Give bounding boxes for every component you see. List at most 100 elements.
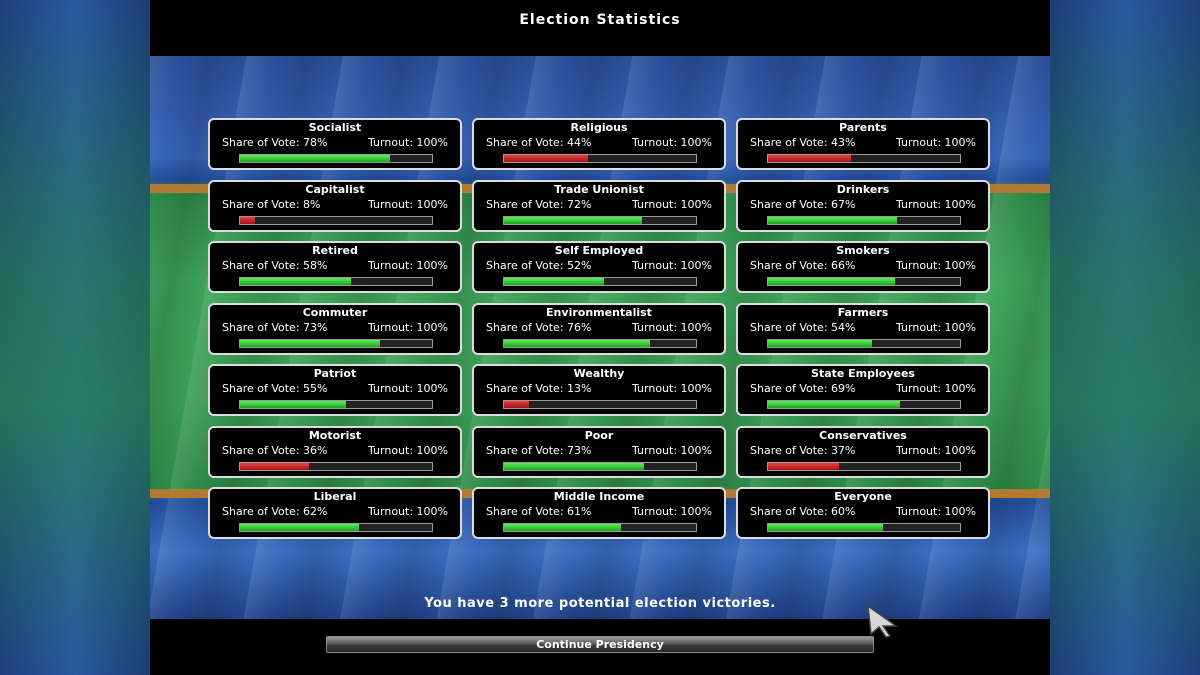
group-name: Motorist <box>308 428 362 442</box>
turnout-label: Turnout: <box>632 197 678 211</box>
share-label: Share of Vote: <box>750 259 828 272</box>
share-value: 54% <box>831 320 856 334</box>
share-of-vote: Share of Vote: 78% <box>222 136 327 149</box>
share-label: Share of Vote: <box>750 197 828 211</box>
share-bar-fill <box>768 462 840 470</box>
share-bar-fill <box>504 216 643 224</box>
share-value: 36% <box>303 443 328 457</box>
election-screen: Election Statistics Socialist Share of Vo… <box>150 0 1050 675</box>
share-of-vote: Share of Vote: 52% <box>486 259 591 272</box>
group-name: Middle Income <box>553 490 645 503</box>
share-bar-fill <box>768 278 895 285</box>
share-bar <box>503 400 697 409</box>
turnout-value: 100% <box>944 505 976 518</box>
turnout: Turnout: 100% <box>632 321 712 334</box>
turnout-value: 100% <box>416 197 448 211</box>
share-bar <box>767 400 961 409</box>
share-bar <box>767 215 961 225</box>
share-label: Share of Vote: <box>750 382 828 395</box>
share-of-vote: Share of Vote: 55% <box>222 382 327 395</box>
voter-group-card: Commuter Share of Vote: 73% Turnout: 100% <box>208 302 462 355</box>
share-bar-fill <box>504 401 529 408</box>
share-value: 62% <box>303 505 328 518</box>
share-bar <box>503 523 697 532</box>
share-value: 73% <box>567 443 592 457</box>
share-label: Share of Vote: <box>486 443 564 457</box>
voter-group-card: Motorist Share of Vote: 36% Turnout: 100% <box>208 425 462 478</box>
turnout-label: Turnout: <box>368 382 414 395</box>
voter-group-card: Self Employed Share of Vote: 52% Turnout: … <box>472 241 726 293</box>
turnout: Turnout: 100% <box>632 259 712 272</box>
share-bar <box>239 400 433 409</box>
share-of-vote: Share of Vote: 36% <box>222 444 327 457</box>
share-label: Share of Vote: <box>486 197 564 211</box>
share-value: 43% <box>831 136 856 149</box>
turnout-value: 100% <box>680 136 712 149</box>
turnout-label: Turnout: <box>368 505 414 518</box>
share-bar <box>503 461 697 471</box>
turnout-value: 100% <box>416 382 448 395</box>
group-name: Socialist <box>308 121 362 134</box>
page-title: Election Statistics <box>519 12 681 28</box>
turnout-label: Turnout: <box>896 197 942 211</box>
turnout: Turnout: 100% <box>896 259 976 272</box>
turnout: Turnout: 100% <box>368 321 448 334</box>
voter-group-card: Drinkers Share of Vote: 67% Turnout: 100% <box>736 179 990 232</box>
share-value: 78% <box>303 136 328 149</box>
turnout: Turnout: 100% <box>896 505 976 518</box>
voter-group-card: Smokers Share of Vote: 66% Turnout: 100% <box>736 241 990 293</box>
continue-presidency-button[interactable]: Continue Presidency <box>326 636 874 653</box>
bottom-bar: Continue Presidency <box>150 619 1050 675</box>
turnout: Turnout: 100% <box>896 136 976 149</box>
group-name: Trade Unionist <box>554 182 644 196</box>
group-name: Liberal <box>313 490 357 503</box>
share-bar <box>503 338 697 348</box>
share-label: Share of Vote: <box>750 505 828 518</box>
share-bar-fill <box>504 462 645 470</box>
share-bar-fill <box>768 524 884 531</box>
voter-group-card: Liberal Share of Vote: 62% Turnout: 100% <box>208 487 462 539</box>
turnout-value: 100% <box>680 505 712 518</box>
turnout-label: Turnout: <box>368 320 414 334</box>
turnout-label: Turnout: <box>632 382 678 395</box>
title-bar: Election Statistics <box>150 0 1050 56</box>
turnout: Turnout: 100% <box>632 382 712 395</box>
group-name: Patriot <box>313 367 357 380</box>
share-label: Share of Vote: <box>222 197 300 211</box>
share-bar <box>239 154 433 163</box>
turnout: Turnout: 100% <box>368 505 448 518</box>
share-bar-fill <box>768 155 851 162</box>
share-bar <box>767 338 961 348</box>
group-name: Wealthy <box>573 367 625 380</box>
turnout-value: 100% <box>416 136 448 149</box>
share-bar <box>767 154 961 163</box>
share-of-vote: Share of Vote: 58% <box>222 259 327 272</box>
background-right <box>1050 0 1200 675</box>
share-value: 58% <box>303 259 328 272</box>
turnout-value: 100% <box>680 443 712 457</box>
share-bar <box>503 154 697 163</box>
share-bar-fill <box>504 155 589 162</box>
turnout-label: Turnout: <box>896 443 942 457</box>
share-of-vote: Share of Vote: 66% <box>750 259 855 272</box>
share-value: 67% <box>831 197 856 211</box>
turnout-value: 100% <box>944 382 976 395</box>
turnout-value: 100% <box>416 443 448 457</box>
share-value: 8% <box>303 197 321 211</box>
share-label: Share of Vote: <box>750 320 828 334</box>
share-label: Share of Vote: <box>222 320 300 334</box>
share-value: 13% <box>567 382 592 395</box>
turnout-label: Turnout: <box>896 382 942 395</box>
victory-message: You have 3 more potential election victo… <box>424 596 776 611</box>
share-of-vote: Share of Vote: 69% <box>750 382 855 395</box>
share-label: Share of Vote: <box>486 320 564 334</box>
turnout: Turnout: 100% <box>368 259 448 272</box>
turnout-value: 100% <box>680 259 712 272</box>
share-value: 69% <box>831 382 856 395</box>
share-bar-fill <box>768 339 872 347</box>
share-label: Share of Vote: <box>486 136 564 149</box>
share-value: 72% <box>567 197 592 211</box>
turnout-label: Turnout: <box>368 136 414 149</box>
share-bar <box>767 523 961 532</box>
share-value: 66% <box>831 259 856 272</box>
